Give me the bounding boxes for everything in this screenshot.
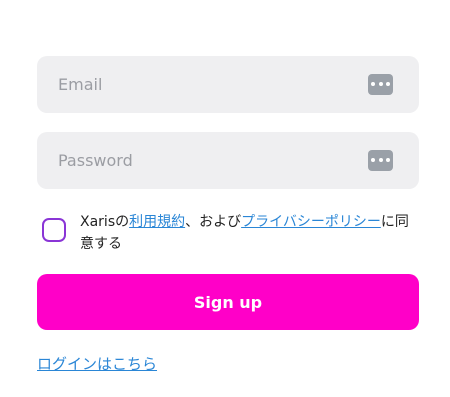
email-field-container: [37, 56, 419, 113]
signup-form: Xarisの利用規約、およびプライバシーポリシーに同意する Sign up ログ…: [0, 0, 450, 397]
password-manager-icon[interactable]: [368, 150, 393, 171]
password-field[interactable]: [37, 132, 419, 189]
email-field[interactable]: [37, 56, 419, 113]
terms-checkbox[interactable]: [42, 218, 66, 242]
login-link[interactable]: ログインはこちら: [37, 353, 157, 374]
consent-text: Xarisの利用規約、およびプライバシーポリシーに同意する: [80, 211, 414, 255]
consent-middle: 、および: [185, 214, 242, 230]
terms-link[interactable]: 利用規約: [129, 214, 185, 230]
password-manager-icon[interactable]: [368, 74, 393, 95]
consent-prefix: Xarisの: [80, 214, 130, 230]
password-field-container: [37, 132, 419, 189]
signup-button[interactable]: Sign up: [37, 274, 419, 330]
privacy-policy-link[interactable]: プライバシーポリシー: [241, 214, 381, 230]
